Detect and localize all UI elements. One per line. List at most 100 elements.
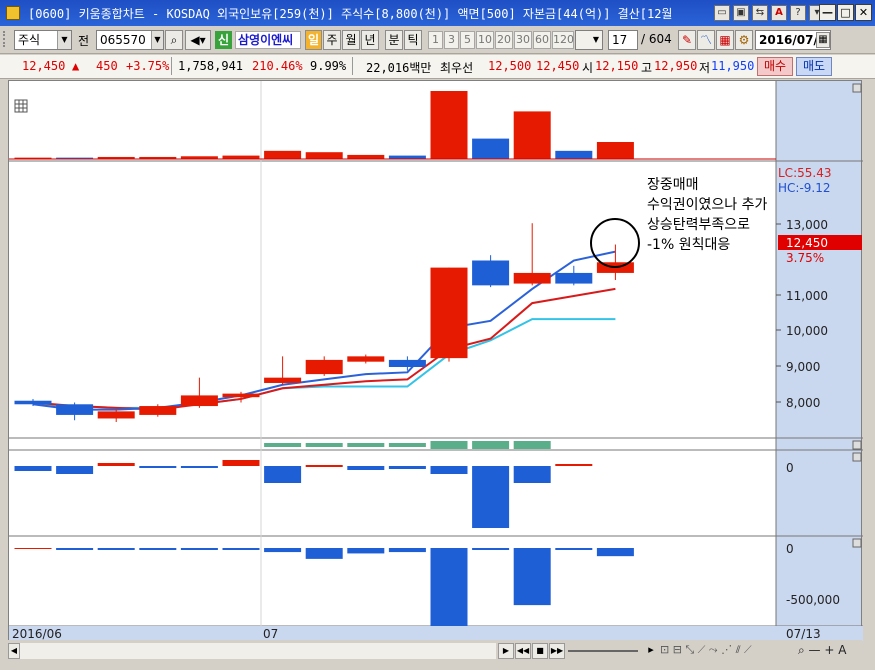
indicator2-500k-tick: -500,000 [786, 593, 840, 607]
stock-code-input[interactable]: 065570 ▼ [96, 30, 164, 50]
volume-bar [430, 91, 468, 159]
scroll-left-icon[interactable]: ◀ [8, 643, 20, 659]
zoom-controls-icon[interactable]: ⌕ — + A [798, 643, 858, 659]
current-price-tick: 12,450 [786, 236, 828, 250]
window-layout-icon[interactable]: ▭ [714, 5, 730, 21]
period-week-button[interactable]: 주 [323, 30, 341, 50]
date-label-start: 2016/06 [12, 627, 62, 641]
indicator2-bar [472, 548, 510, 550]
volume-bar [555, 150, 593, 159]
open-label: 시 [582, 61, 594, 75]
open-price: 12,150 [595, 59, 639, 73]
credit-badge: 신 [215, 31, 232, 49]
minimize-button[interactable]: — [819, 4, 836, 21]
fast-forward-icon[interactable]: ▶▶ [549, 643, 565, 659]
change-percent: +3.75% [126, 59, 170, 73]
candle-body [97, 411, 135, 419]
rewind-icon[interactable]: ◀◀ [515, 643, 531, 659]
stock-code-value: 065570 [100, 33, 146, 47]
window-title: [0600] 키움종합차트 - KOSDAQ 외국인보유[259(천)] 주식수… [28, 7, 673, 21]
current-price: 12,450 [22, 59, 66, 73]
window-restore-icon[interactable]: ▣ [733, 5, 749, 21]
search-icon[interactable]: ⌕ [165, 30, 183, 50]
maximize-button[interactable]: □ [837, 4, 854, 21]
indicator1-zero-tick: 0 [786, 461, 794, 475]
close-button[interactable]: ✕ [855, 4, 872, 21]
gear-icon[interactable]: ⚙ [735, 30, 753, 50]
period-year-button[interactable]: 년 [361, 30, 379, 50]
indicator-strip-bar [513, 441, 551, 449]
chevron-down-icon: ▼ [151, 31, 163, 49]
minute-60-button[interactable]: 60 [533, 31, 551, 49]
period-month-button[interactable]: 월 [342, 30, 360, 50]
price-tick-10000: 10,000 [786, 324, 828, 338]
volume-bar [347, 154, 385, 159]
chart-tool-icon[interactable]: ✎ [678, 30, 696, 50]
indicator2-bar [596, 548, 634, 557]
indicator1-bar [430, 466, 468, 474]
indicator2-bar [97, 548, 135, 550]
pane-close-icon[interactable] [852, 440, 862, 450]
count-input[interactable]: 17 [608, 30, 638, 50]
minute-5-button[interactable]: 5 [460, 31, 475, 49]
indicator-strip-bar [264, 443, 302, 447]
indicator1-bar [56, 466, 94, 474]
interval-select[interactable]: ▼ [575, 30, 603, 50]
chart-area[interactable]: 장중매매 수익권이였으나 추가 상승탄력부족으로 -1% 원칙대응 LC:55.… [8, 80, 863, 641]
sound-icon[interactable]: ◀▾ [185, 30, 211, 50]
indicator2-bar [56, 548, 94, 550]
period-tick-button[interactable]: 틱 [404, 30, 422, 50]
indicator1-bar [347, 466, 385, 470]
indicator2-zero-tick: 0 [786, 542, 794, 556]
indicator-icon[interactable]: ▦ [716, 30, 734, 50]
indicator2-bar [14, 548, 52, 549]
indicator-strip-bar [305, 443, 343, 447]
scroll-track[interactable] [20, 643, 496, 659]
stop-icon[interactable]: ■ [532, 643, 548, 659]
minute-120-button[interactable]: 120 [552, 31, 574, 49]
trend-icon[interactable]: 〽 [697, 30, 715, 50]
turnover-rate: 9.99% [310, 59, 347, 73]
font-icon[interactable]: A [771, 5, 787, 21]
speed-slider[interactable] [568, 650, 638, 652]
annotation-line-3: 상승탄력부족으로 [647, 217, 750, 233]
drawing-tools-icon[interactable]: ⊡ ⊟ ⤡ ⟋ ⤳ ⋰ ⫽ ⟋ [660, 643, 760, 659]
price-tick-13000: 13,000 [786, 218, 828, 232]
minute-3-button[interactable]: 3 [444, 31, 459, 49]
market-select[interactable]: 주식 ▼ [14, 30, 72, 50]
indicator2-bar [555, 548, 593, 550]
minute-20-button[interactable]: 20 [495, 31, 513, 49]
buy-button[interactable]: 매수 [757, 57, 793, 76]
calendar-icon[interactable]: ▦ [816, 32, 830, 48]
pane-close-icon[interactable] [852, 538, 862, 548]
chart-svg: 장중매매 수익권이였으나 추가 상승탄력부족으로 -1% 원칙대응 LC:55.… [9, 81, 863, 641]
minute-1-button[interactable]: 1 [428, 31, 443, 49]
pane-close-icon[interactable] [852, 452, 862, 462]
indicator2-bar [305, 548, 343, 559]
period-minute-button[interactable]: 분 [385, 30, 403, 50]
title-bar: [0600] 키움종합차트 - KOSDAQ 외국인보유[259(천)] 주식수… [0, 0, 875, 26]
toolbar-grip [3, 31, 11, 47]
indicator2-bar [139, 548, 177, 550]
pane-close-icon[interactable] [852, 83, 862, 93]
link-icon[interactable]: ⇆ [752, 5, 768, 21]
indicator1-bar [264, 466, 302, 483]
play-icon[interactable]: ▶ [498, 643, 514, 659]
volume-bar [264, 150, 302, 159]
sell-button[interactable]: 매도 [796, 57, 832, 76]
help-icon[interactable]: ? [790, 5, 806, 21]
app-icon [6, 6, 20, 20]
volume-bar [305, 152, 343, 159]
candle-body [347, 356, 385, 362]
indicator2-bar [222, 548, 260, 550]
minute-30-button[interactable]: 30 [514, 31, 532, 49]
indicator-strip-bar [347, 443, 385, 447]
hc-label: HC:-9.12 [778, 181, 831, 195]
period-day-button[interactable]: 일 [305, 30, 322, 50]
scroll-right-icon[interactable]: ▸ [644, 643, 658, 659]
minute-10-button[interactable]: 10 [476, 31, 494, 49]
volume-bar [596, 142, 634, 159]
volume-percent: 210.46% [252, 59, 303, 73]
price-tick-8000: 8,000 [786, 396, 820, 410]
indicator1-bar [97, 463, 135, 466]
